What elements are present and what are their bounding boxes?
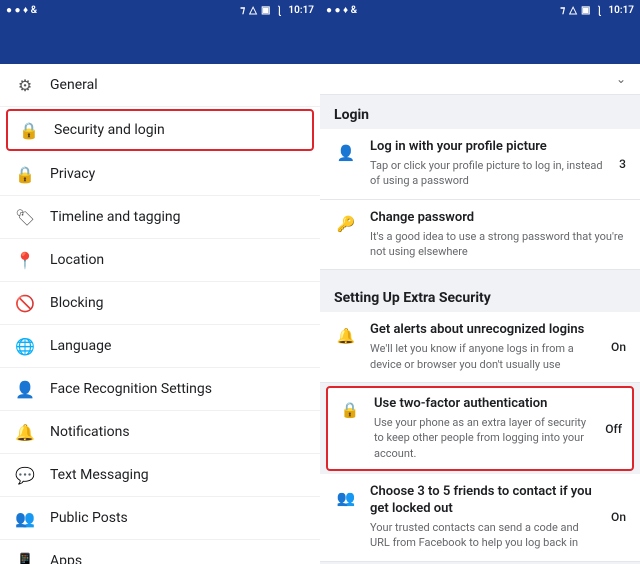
- chevron-down-icon: ⌄: [616, 72, 626, 86]
- two-factor-status: Off: [605, 422, 622, 436]
- sidebar-label-general: General: [50, 77, 98, 93]
- sidebar-item-security[interactable]: 🔒 Security and login: [6, 109, 314, 151]
- sidebar-item-messaging[interactable]: 💬 Text Messaging: [0, 454, 320, 497]
- right-item-unrecognized-logins[interactable]: 🔔 Get alerts about unrecognized logins W…: [320, 312, 640, 383]
- section-header-login: Login: [320, 95, 640, 129]
- apps-icon: 📱: [14, 550, 36, 564]
- right-signal-icon: ▣: [581, 5, 590, 16]
- right-header: [320, 20, 640, 64]
- unrecognized-logins-status: On: [611, 340, 626, 354]
- unrecognized-logins-title: Get alerts about unrecognized logins: [370, 322, 599, 339]
- sidebar-item-face[interactable]: 👤 Face Recognition Settings: [0, 368, 320, 411]
- right-bluetooth-icon: ⁊: [560, 5, 565, 16]
- left-panel: ● ● ♦ & ⁊ △ ▣ ⎱ 10:17 ⚙ General 🔒 Securi…: [0, 0, 320, 564]
- notifications-icon: 🔔: [14, 421, 36, 443]
- profile-login-desc: Tap or click your profile picture to log…: [370, 158, 607, 189]
- bluetooth-icon: ⁊: [240, 5, 245, 16]
- left-status-right: ⁊ △ ▣ ⎱ 10:17: [240, 3, 314, 18]
- sidebar-item-posts[interactable]: 👥 Public Posts: [0, 497, 320, 540]
- sidebar-label-apps: Apps: [50, 553, 82, 564]
- two-factor-title: Use two-factor authentication: [374, 396, 593, 413]
- right-item-trusted-contacts[interactable]: 👥 Choose 3 to 5 friends to contact if yo…: [320, 474, 640, 562]
- settings-list: ⚙ General 🔒 Security and login 🔒 Privacy…: [0, 64, 320, 564]
- sections-container: Login 👤 Log in with your profile picture…: [320, 95, 640, 564]
- right-signal-icons: ● ● ♦ &: [326, 5, 357, 16]
- trusted-contacts-content: Choose 3 to 5 friends to contact if you …: [370, 484, 599, 551]
- messaging-icon: 💬: [14, 464, 36, 486]
- sidebar-item-language[interactable]: 🌐 Language: [0, 325, 320, 368]
- trusted-contacts-icon: 👥: [334, 486, 358, 510]
- sidebar-item-timeline[interactable]: 🏷 Timeline and tagging: [0, 196, 320, 239]
- right-status-icons: ● ● ♦ &: [326, 5, 357, 16]
- battery-icon: ⎱: [274, 3, 284, 18]
- profile-login-content: Log in with your profile picture Tap or …: [370, 139, 607, 189]
- profile-login-status: 3: [619, 157, 626, 171]
- unrecognized-logins-desc: We'll let you know if anyone logs in fro…: [370, 341, 599, 372]
- face-icon: 👤: [14, 378, 36, 400]
- unrecognized-logins-content: Get alerts about unrecognized logins We'…: [370, 322, 599, 372]
- change-password-content: Change password It's a good idea to use …: [370, 210, 626, 260]
- sidebar-label-notifications: Notifications: [50, 424, 130, 440]
- left-header: [0, 20, 320, 64]
- left-time: 10:17: [288, 5, 314, 16]
- right-item-profile-login[interactable]: 👤 Log in with your profile picture Tap o…: [320, 129, 640, 200]
- right-status-bar: ● ● ♦ & ⁊ △ ▣ ⎱ 10:17: [320, 0, 640, 20]
- signal-icons: ● ● ♦ &: [6, 5, 37, 16]
- sidebar-item-privacy[interactable]: 🔒 Privacy: [0, 153, 320, 196]
- signal-icon: ▣: [261, 5, 270, 16]
- sidebar-label-location: Location: [50, 252, 104, 268]
- two-factor-icon: 🔒: [338, 398, 362, 422]
- change-password-icon: 🔑: [334, 212, 358, 236]
- right-status-right: ⁊ △ ▣ ⎱ 10:17: [560, 3, 634, 18]
- left-status-bar: ● ● ♦ & ⁊ △ ▣ ⎱ 10:17: [0, 0, 320, 20]
- sidebar-item-blocking[interactable]: 🚫 Blocking: [0, 282, 320, 325]
- blocking-icon: 🚫: [14, 292, 36, 314]
- sidebar-label-security: Security and login: [54, 122, 165, 138]
- security-icon: 🔒: [18, 119, 40, 141]
- change-password-desc: It's a good idea to use a strong passwor…: [370, 229, 626, 260]
- section-header-extra-security: Setting Up Extra Security: [320, 278, 640, 312]
- right-item-two-factor[interactable]: 🔒 Use two-factor authentication Use your…: [326, 386, 634, 471]
- sidebar-label-messaging: Text Messaging: [50, 467, 149, 483]
- sidebar-item-notifications[interactable]: 🔔 Notifications: [0, 411, 320, 454]
- change-password-title: Change password: [370, 210, 626, 227]
- unrecognized-logins-icon: 🔔: [334, 324, 358, 348]
- general-icon: ⚙: [14, 74, 36, 96]
- privacy-icon: 🔒: [14, 163, 36, 185]
- alarm-icon: △: [249, 5, 257, 16]
- sidebar-item-general[interactable]: ⚙ General: [0, 64, 320, 107]
- posts-icon: 👥: [14, 507, 36, 529]
- timeline-icon: 🏷: [14, 206, 36, 228]
- sidebar-label-language: Language: [50, 338, 111, 354]
- language-icon: 🌐: [14, 335, 36, 357]
- location-icon: 📍: [14, 249, 36, 271]
- trusted-contacts-desc: Your trusted contacts can send a code an…: [370, 520, 599, 551]
- right-time: 10:17: [608, 5, 634, 16]
- sidebar-label-timeline: Timeline and tagging: [50, 209, 181, 225]
- two-factor-content: Use two-factor authentication Use your p…: [374, 396, 593, 461]
- sidebar-label-privacy: Privacy: [50, 166, 95, 182]
- sidebar-item-location[interactable]: 📍 Location: [0, 239, 320, 282]
- right-content: ⌄ Login 👤 Log in with your profile pictu…: [320, 64, 640, 564]
- right-battery-icon: ⎱: [594, 3, 604, 18]
- see-more-bar[interactable]: ⌄: [320, 64, 640, 95]
- sidebar-label-face: Face Recognition Settings: [50, 381, 212, 397]
- two-factor-desc: Use your phone as an extra layer of secu…: [374, 415, 593, 461]
- sidebar-label-blocking: Blocking: [50, 295, 104, 311]
- sidebar-item-apps[interactable]: 📱 Apps: [0, 540, 320, 564]
- right-panel: ● ● ♦ & ⁊ △ ▣ ⎱ 10:17 ⌄ Login 👤 Log in w…: [320, 0, 640, 564]
- sidebar-label-posts: Public Posts: [50, 510, 128, 526]
- left-status-icons: ● ● ♦ &: [6, 5, 37, 16]
- trusted-contacts-status: On: [611, 510, 626, 524]
- profile-login-title: Log in with your profile picture: [370, 139, 607, 156]
- profile-login-icon: 👤: [334, 141, 358, 165]
- right-item-change-password[interactable]: 🔑 Change password It's a good idea to us…: [320, 200, 640, 271]
- trusted-contacts-title: Choose 3 to 5 friends to contact if you …: [370, 484, 599, 518]
- right-alarm-icon: △: [569, 5, 577, 16]
